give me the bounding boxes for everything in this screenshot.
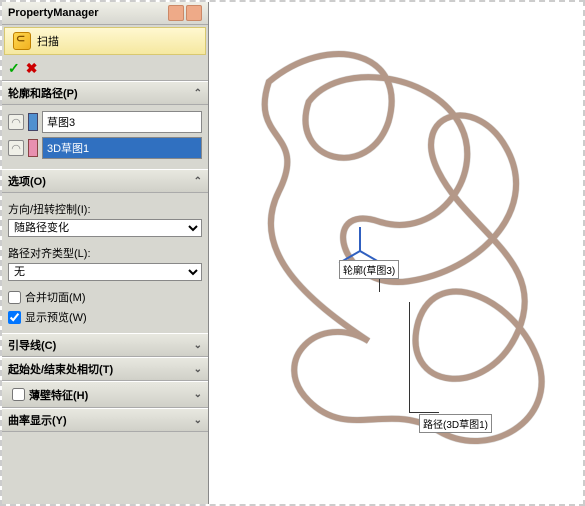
merge-checkbox-input[interactable]: [8, 291, 21, 304]
options-body: 方向/扭转控制(I): 随路径变化 路径对齐类型(L): 无 合并切面(M) 显…: [2, 193, 208, 333]
thin-feature-checkbox[interactable]: [12, 388, 25, 401]
section-curvature[interactable]: 曲率显示(Y) ⌄: [2, 408, 208, 432]
cancel-button[interactable]: ✖: [26, 60, 38, 77]
panel-header: PropertyManager: [2, 2, 208, 25]
twist-label: 方向/扭转控制(I):: [8, 199, 202, 219]
path-color-swatch: [28, 139, 38, 157]
section-thin[interactable]: 薄壁特征(H) ⌄: [2, 381, 208, 408]
property-manager-panel: PropertyManager 扫描 ✓ ✖ 轮廓和路径(P) ⌃ 草图3 3D…: [2, 2, 209, 504]
profile-path-body: 草图3 3D草图1: [2, 105, 208, 169]
profile-color-swatch: [28, 113, 38, 131]
merge-faces-checkbox[interactable]: 合并切面(M): [8, 287, 202, 307]
twist-select[interactable]: 随路径变化: [8, 219, 202, 237]
chevron-down-icon: ⌄: [194, 415, 202, 426]
profile-callout: 轮廓(草图3): [339, 260, 399, 279]
action-bar: ✓ ✖: [2, 57, 208, 81]
callout-leader: [409, 412, 439, 413]
chevron-down-icon: ⌄: [194, 389, 202, 400]
section-guides[interactable]: 引导线(C) ⌄: [2, 333, 208, 357]
section-tangency[interactable]: 起始处/结束处相切(T) ⌄: [2, 357, 208, 381]
align-select[interactable]: 无: [8, 263, 202, 281]
callout-leader: [409, 302, 410, 412]
panel-title: PropertyManager: [8, 7, 98, 19]
profile-icon[interactable]: [8, 114, 24, 130]
section-profile-path[interactable]: 轮廓和路径(P) ⌃: [2, 81, 208, 105]
preview-checkbox-input[interactable]: [8, 311, 21, 324]
path-icon[interactable]: [8, 140, 24, 156]
path-field[interactable]: 3D草图1: [42, 137, 202, 159]
chevron-down-icon: ⌄: [194, 364, 202, 375]
show-preview-checkbox[interactable]: 显示预览(W): [8, 307, 202, 327]
pin-icon[interactable]: [168, 5, 184, 21]
section-options[interactable]: 选项(O) ⌃: [2, 169, 208, 193]
ok-button[interactable]: ✓: [8, 60, 20, 77]
profile-field[interactable]: 草图3: [42, 111, 202, 133]
feature-title-bar: 扫描: [4, 27, 206, 55]
feature-name: 扫描: [37, 33, 59, 49]
sweep-icon: [13, 32, 31, 50]
align-label: 路径对齐类型(L):: [8, 243, 202, 263]
sweep-preview: [209, 2, 583, 501]
graphics-viewport[interactable]: 轮廓(草图3) 路径(3D草图1): [209, 2, 583, 504]
help-icon[interactable]: [186, 5, 202, 21]
path-callout: 路径(3D草图1): [419, 414, 492, 433]
chevron-up-icon: ⌃: [194, 88, 202, 99]
chevron-up-icon: ⌃: [194, 176, 202, 187]
chevron-down-icon: ⌄: [194, 340, 202, 351]
header-controls: [168, 5, 202, 21]
